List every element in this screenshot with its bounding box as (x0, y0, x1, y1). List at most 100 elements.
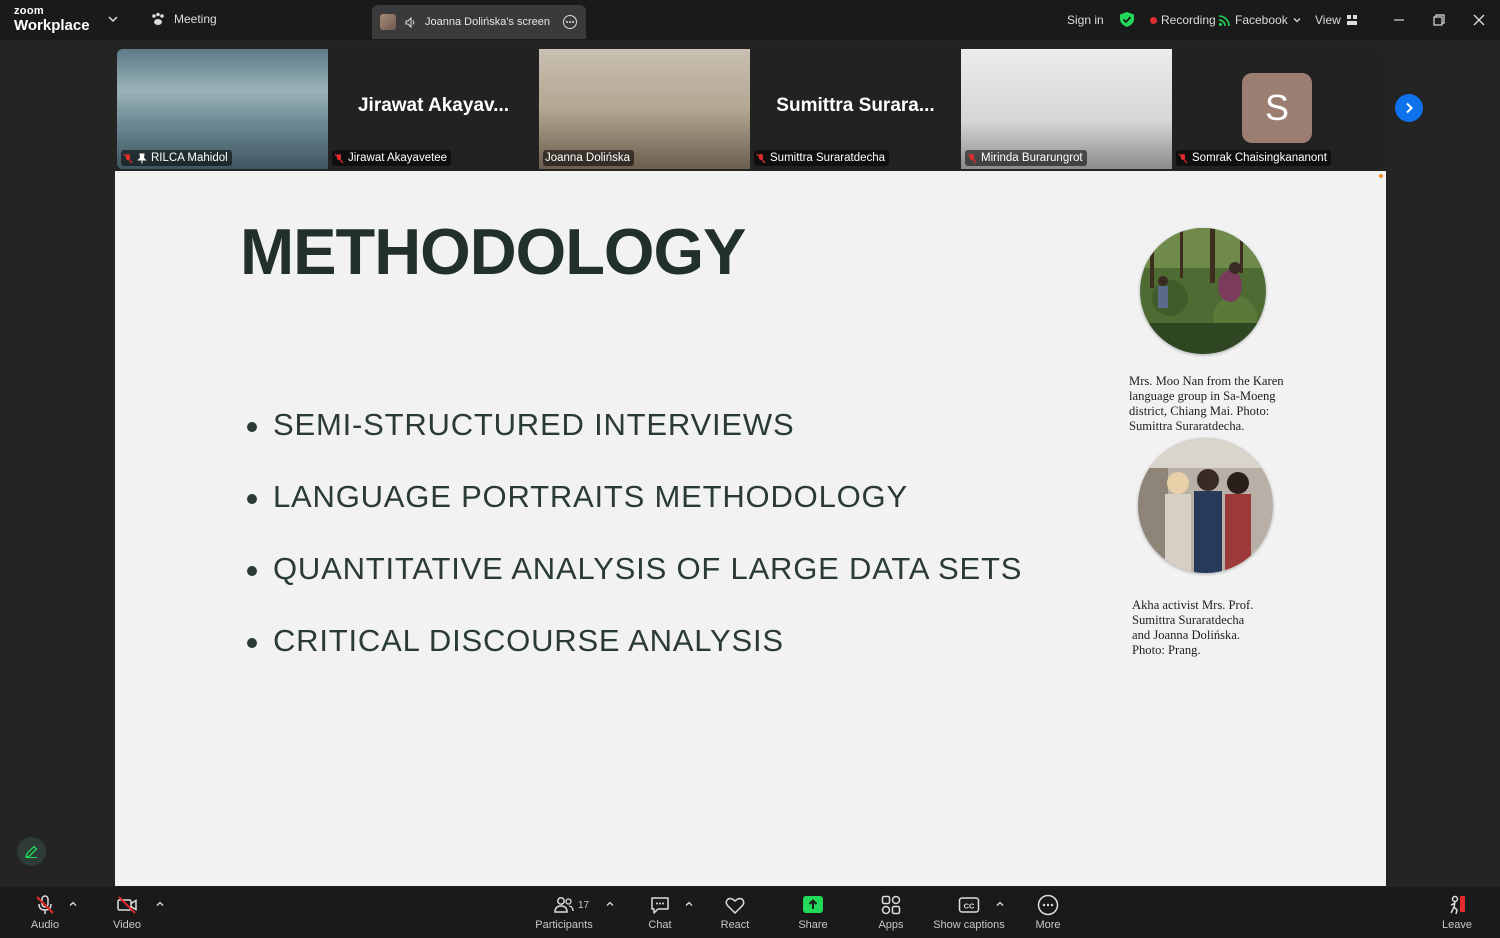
logo-workplace-text: Workplace (14, 17, 90, 34)
participant-name-tag: Sumittra Suraratdecha (754, 150, 890, 166)
share-button[interactable]: Share (781, 893, 845, 935)
participant-name: Somrak Chaisingkananont (1192, 152, 1327, 164)
participant-tile[interactable]: S Somrak Chaisingkananont (1172, 49, 1383, 169)
more-options-icon[interactable] (562, 14, 578, 30)
chevron-down-icon (1293, 18, 1301, 23)
captions-label: Show captions (933, 919, 1005, 931)
participant-tile[interactable]: Joanna Dolińska (539, 49, 750, 169)
group-photo (1138, 438, 1273, 573)
apps-icon (881, 895, 901, 915)
speaker-icon (405, 16, 415, 28)
photo-caption: Mrs. Moo Nan from the Karen language gro… (1129, 374, 1284, 434)
apps-label: Apps (878, 919, 904, 931)
participant-name: Mirinda Burarungrot (981, 152, 1083, 164)
participant-name-tag: Somrak Chaisingkananont (1176, 150, 1331, 166)
chat-button[interactable]: Chat (628, 893, 692, 935)
caption-line: district, Chiang Mai. Photo: (1129, 404, 1270, 418)
slide-bullet-list: SEMI-STRUCTURED INTERVIEWS LANGUAGE PORT… (245, 405, 1022, 693)
more-button[interactable]: More (1016, 893, 1080, 935)
participant-display-name: Jirawat Akayav... (357, 95, 510, 116)
muted-mic-icon (756, 153, 766, 163)
heart-icon (725, 897, 745, 915)
caption-line: Photo: Prang. (1132, 643, 1201, 657)
caption-line: Akha activist Mrs. Prof. (1132, 598, 1254, 612)
slide-bullet: SEMI-STRUCTURED INTERVIEWS (245, 405, 1022, 477)
caption-line: and Joanna Dolińska. (1132, 628, 1241, 642)
participant-display-name: Sumittra Surara... (776, 95, 935, 116)
leave-icon (1450, 895, 1465, 915)
participants-count-badge: 17 (578, 900, 590, 911)
facebook-live-menu[interactable]: Facebook (1218, 0, 1303, 40)
zoom-workplace-logo[interactable]: zoom Workplace (14, 6, 90, 34)
view-label: View (1315, 13, 1341, 27)
participant-tile[interactable]: Sumittra Surara... Sumittra Suraratdecha (750, 49, 961, 169)
pin-icon (137, 153, 147, 163)
chevron-up-icon[interactable] (605, 899, 615, 909)
chevron-right-icon (1406, 102, 1413, 114)
more-label: More (1035, 919, 1061, 931)
avatar (380, 14, 396, 30)
shield-check-icon[interactable] (1119, 11, 1135, 28)
share-label: Share (798, 919, 828, 931)
muted-mic-icon (967, 153, 977, 163)
sign-in-label: Sign in (1067, 13, 1104, 27)
chevron-up-icon[interactable] (684, 899, 694, 909)
muted-mic-icon (334, 153, 344, 163)
chevron-down-icon[interactable] (106, 12, 120, 26)
participant-name: RILCA Mahidol (151, 152, 228, 164)
screen-share-tab[interactable]: Joanna Dolińska's screen (372, 5, 586, 39)
react-label: React (720, 919, 750, 931)
caption-line: Mrs. Moo Nan from the Karen (1129, 374, 1284, 388)
caption-line: language group in Sa-Moeng (1129, 389, 1276, 403)
participants-icon (554, 897, 574, 913)
record-dot-icon (1150, 16, 1157, 24)
chevron-up-icon[interactable] (155, 899, 165, 909)
participant-tile[interactable]: Mirinda Burarungrot (961, 49, 1172, 169)
annotate-button[interactable] (17, 837, 46, 866)
muted-mic-icon (123, 153, 133, 163)
share-indicator-dot (1379, 174, 1383, 178)
recording-indicator[interactable]: Recording (1150, 0, 1216, 40)
view-menu[interactable]: View (1315, 0, 1358, 40)
muted-mic-icon (36, 895, 54, 914)
share-screen-icon (803, 896, 823, 913)
slide-bullet: CRITICAL DISCOURSE ANALYSIS (245, 621, 1022, 693)
participant-name-tag: RILCA Mahidol (121, 150, 232, 166)
pencil-icon (25, 845, 38, 858)
chevron-up-icon[interactable] (68, 899, 78, 909)
svg-text:CC: CC (964, 901, 975, 910)
avatar: S (1242, 73, 1312, 143)
live-stream-icon (1218, 14, 1230, 26)
meeting-tab[interactable]: Meeting (150, 11, 217, 27)
minimize-icon[interactable] (1389, 10, 1409, 30)
slide-bullet: QUANTITATIVE ANALYSIS OF LARGE DATA SETS (245, 549, 1022, 621)
participant-name-tag: Joanna Dolińska (543, 150, 635, 166)
apps-button[interactable]: Apps (859, 893, 923, 935)
leave-label: Leave (1442, 919, 1472, 931)
participant-name: Sumittra Suraratdecha (770, 152, 886, 164)
participant-gallery: RILCA Mahidol Jirawat Akayav... Jirawat … (117, 49, 1383, 169)
restore-icon[interactable] (1429, 10, 1449, 30)
participants-label: Participants (535, 919, 593, 931)
grid-view-icon (1346, 15, 1357, 25)
participant-tile[interactable]: RILCA Mahidol (117, 49, 328, 169)
caption-line: Sumittra Suraratdecha. (1129, 419, 1245, 433)
photo-caption: Akha activist Mrs. Prof. Sumittra Surara… (1132, 598, 1253, 658)
leave-button[interactable]: Leave (1425, 893, 1489, 935)
chat-bubble-icon (651, 897, 669, 914)
next-page-button[interactable] (1395, 94, 1423, 122)
chevron-up-icon[interactable] (995, 899, 1005, 909)
sign-in-button[interactable]: Sign in (1067, 0, 1104, 40)
video-off-icon (117, 896, 137, 914)
close-icon[interactable] (1469, 10, 1489, 30)
closed-captions-icon: CC (958, 897, 980, 913)
video-button[interactable]: Video (95, 893, 159, 935)
react-button[interactable]: React (703, 893, 767, 935)
audio-label: Audio (30, 919, 60, 931)
chat-label: Chat (648, 919, 672, 931)
participant-tile[interactable]: Jirawat Akayav... Jirawat Akayavetee (328, 49, 539, 169)
title-bar: zoom Workplace Meeting Joanna Dolińska's… (0, 0, 1500, 40)
meeting-toolbar: Audio Video Participants 17 Chat React S… (0, 887, 1500, 938)
recording-label: Recording (1161, 13, 1216, 27)
shared-screen[interactable]: METHODOLOGY SEMI-STRUCTURED INTERVIEWS L… (115, 171, 1386, 886)
